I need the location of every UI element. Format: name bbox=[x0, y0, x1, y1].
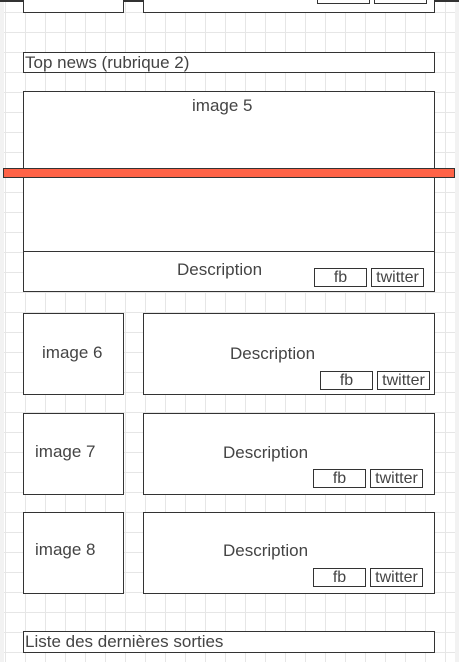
article-image: image 6 bbox=[23, 313, 124, 395]
twitter-button[interactable]: twitter bbox=[370, 469, 423, 488]
fb-button-partial[interactable] bbox=[317, 0, 370, 4]
fb-button[interactable]: fb bbox=[314, 268, 367, 287]
top-news-heading: Top news (rubrique 2) bbox=[23, 52, 435, 73]
red-divider-bar[interactable] bbox=[3, 168, 455, 178]
article-image: image 8 bbox=[23, 512, 124, 594]
fb-button[interactable]: fb bbox=[313, 469, 366, 488]
image-label: image 8 bbox=[35, 540, 96, 559]
featured-article: image 5 Description fb twitter bbox=[23, 91, 435, 292]
description-text: Description bbox=[223, 541, 309, 560]
article-description-box: Description fb twitter bbox=[143, 413, 435, 495]
twitter-button[interactable]: twitter bbox=[370, 568, 423, 587]
latest-releases-heading: Liste des dernières sorties bbox=[23, 631, 435, 653]
fb-button[interactable]: fb bbox=[320, 371, 373, 390]
twitter-button-partial[interactable] bbox=[374, 0, 427, 4]
image-label: image 6 bbox=[42, 343, 103, 362]
featured-divider bbox=[24, 251, 434, 252]
article-description-box: Description fb twitter bbox=[143, 512, 435, 594]
description-text: Description bbox=[230, 344, 316, 363]
featured-description: Description bbox=[177, 260, 263, 279]
featured-image-label: image 5 bbox=[192, 96, 253, 115]
twitter-button[interactable]: twitter bbox=[371, 268, 424, 287]
fb-button[interactable]: fb bbox=[313, 568, 366, 587]
image-box-partial bbox=[23, 0, 124, 13]
image-label: image 7 bbox=[35, 442, 96, 461]
description-text: Description bbox=[223, 443, 309, 462]
twitter-button[interactable]: twitter bbox=[377, 371, 430, 390]
article-description-box: Description fb twitter bbox=[143, 313, 435, 395]
article-image: image 7 bbox=[23, 413, 124, 495]
